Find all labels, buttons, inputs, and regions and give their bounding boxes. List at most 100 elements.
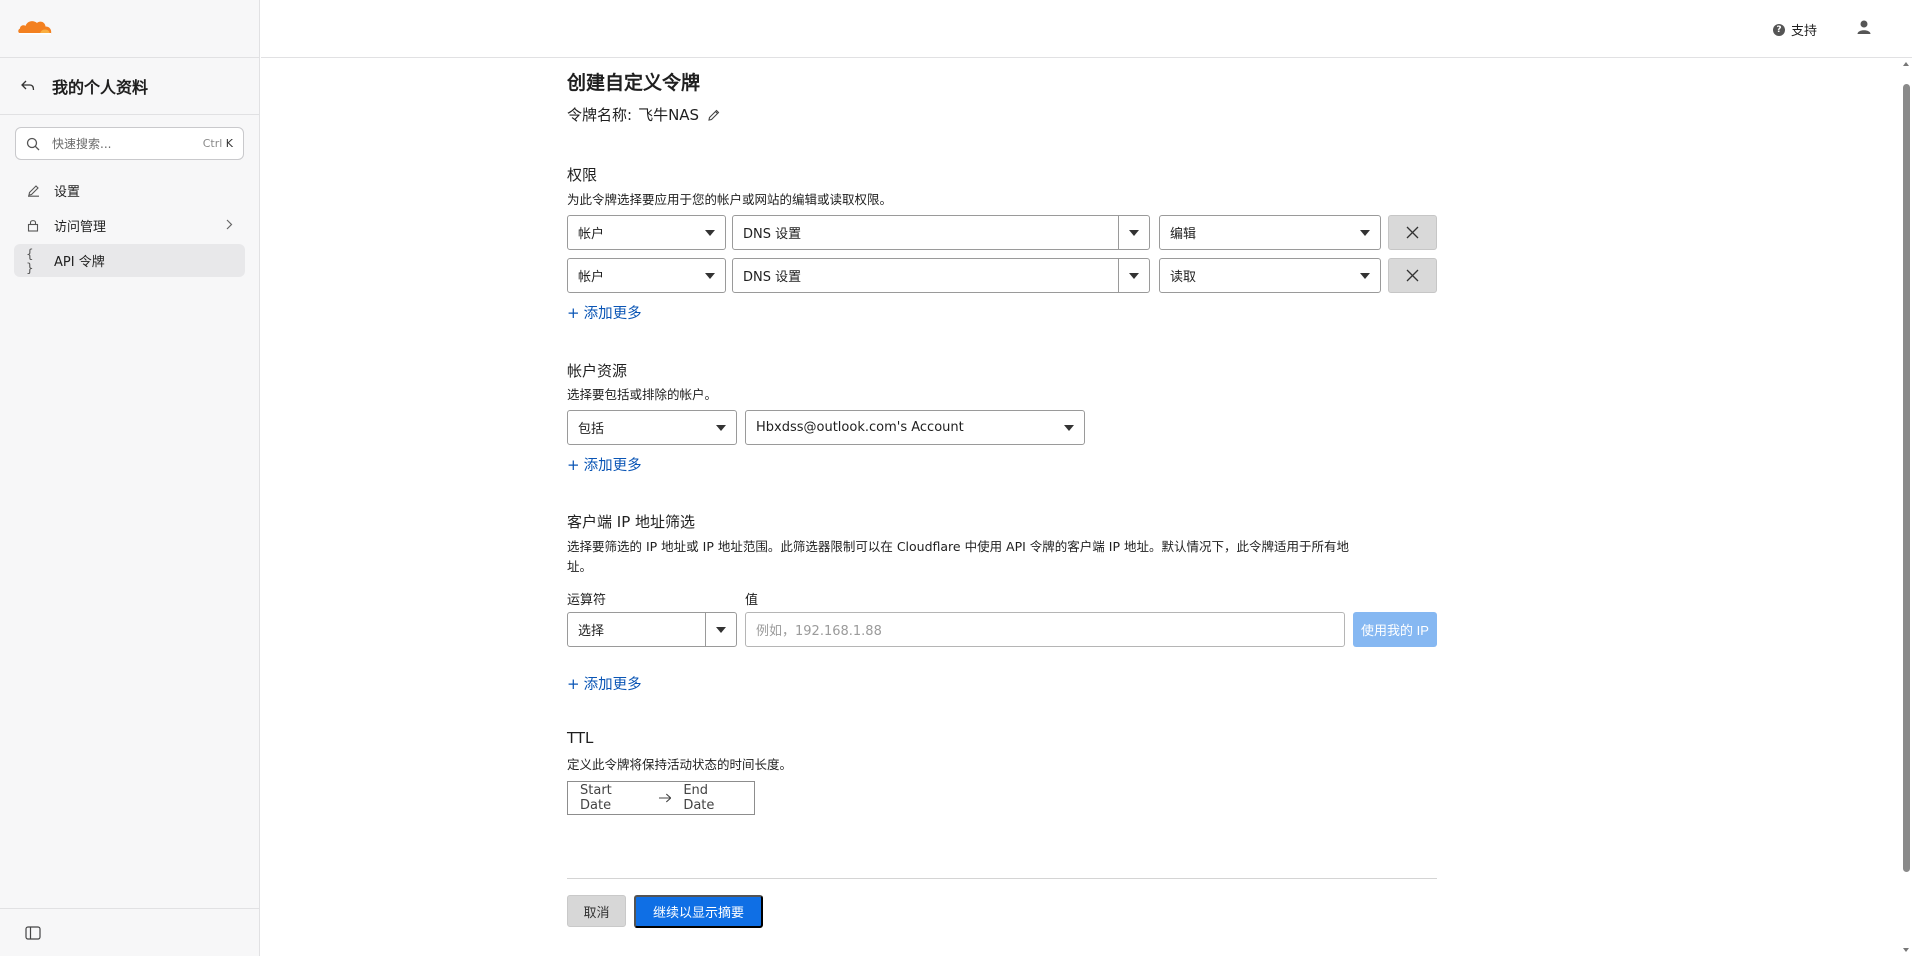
logo-bar xyxy=(0,0,259,58)
braces-icon: { } xyxy=(26,246,34,275)
add-more-label: 添加更多 xyxy=(583,458,642,474)
app-window: 我的个人资料 Ctrl K 设置 访问管理 xyxy=(0,0,1912,956)
select-value: Hbxdss@outlook.com's Account xyxy=(756,420,964,435)
plus-icon: + xyxy=(567,674,580,693)
add-more-ip-link[interactable]: + 添加更多 xyxy=(567,673,642,694)
scroll-down-arrow-icon[interactable] xyxy=(1903,948,1909,952)
ip-value-input[interactable]: 例如，192.168.1.88 xyxy=(745,612,1345,647)
close-icon xyxy=(1406,226,1419,239)
sidebar-item-settings[interactable]: 设置 xyxy=(14,174,245,207)
cloudflare-logo-icon[interactable] xyxy=(16,16,54,38)
search-icon xyxy=(26,137,40,150)
dropdown-toggle[interactable] xyxy=(705,613,736,646)
sidebar-item-api-tokens[interactable]: { } API 令牌 xyxy=(14,244,245,277)
caret-down-icon xyxy=(1360,230,1370,236)
plus-icon: + xyxy=(567,303,580,322)
sidebar: 我的个人资料 Ctrl K 设置 访问管理 xyxy=(0,0,260,956)
sidebar-nav: 设置 访问管理 { } API 令牌 xyxy=(14,174,245,279)
select-value: 帐户 xyxy=(578,270,605,285)
user-icon[interactable] xyxy=(1856,19,1872,35)
ip-value-placeholder: 例如，192.168.1.88 xyxy=(756,624,882,639)
help-icon: ? xyxy=(1772,23,1785,36)
add-more-label: 添加更多 xyxy=(583,677,642,693)
account-resources-title: 帐户资源 xyxy=(567,362,628,380)
ttl-description: 定义此令牌将保持活动状态的时间长度。 xyxy=(567,757,793,772)
footer-divider xyxy=(567,878,1437,879)
scroll-up-arrow-icon[interactable] xyxy=(1903,62,1909,66)
support-label: 支持 xyxy=(1790,24,1817,39)
remove-permission-button-2[interactable] xyxy=(1388,258,1437,293)
token-name-label: 令牌名称: xyxy=(567,106,633,124)
caret-down-icon xyxy=(1360,273,1370,279)
permission-resource-select-1[interactable]: DNS 设置 xyxy=(732,215,1150,250)
top-bar: ? 支持 xyxy=(261,0,1912,58)
caret-down-icon xyxy=(705,230,715,236)
permission-resource-select-2[interactable]: DNS 设置 xyxy=(732,258,1150,293)
edit-name-pencil-icon[interactable] xyxy=(707,108,721,122)
select-value: 包括 xyxy=(578,422,605,437)
scrollbar[interactable] xyxy=(1903,84,1910,872)
token-name: 令牌名称: 飞牛NAS xyxy=(567,104,721,125)
caret-down-icon xyxy=(1064,425,1074,431)
add-more-accounts-link[interactable]: + 添加更多 xyxy=(567,454,642,475)
arrow-right-icon xyxy=(658,793,672,803)
back-arrow-icon[interactable] xyxy=(18,76,38,96)
chevron-right-icon xyxy=(226,219,233,230)
ip-filter-description-line1: 选择要筛选的 IP 地址或 IP 地址范围。此筛选器限制可以在 Cloudfla… xyxy=(567,539,1349,554)
dropdown-toggle[interactable] xyxy=(1118,259,1149,292)
caret-down-icon xyxy=(716,627,726,633)
ip-filter-description: 选择要筛选的 IP 地址或 IP 地址范围。此筛选器限制可以在 Cloudfla… xyxy=(567,537,1437,577)
quick-search[interactable]: Ctrl K xyxy=(15,127,244,160)
ttl-date-range-picker[interactable]: Start Date End Date xyxy=(567,781,755,815)
ip-filter-description-line2: 址。 xyxy=(567,559,593,574)
shortcut-mod: Ctrl xyxy=(202,137,223,150)
sidebar-footer xyxy=(0,908,260,956)
remove-permission-button-1[interactable] xyxy=(1388,215,1437,250)
shortcut-key: K xyxy=(225,137,233,150)
close-icon xyxy=(1406,269,1419,282)
account-resources-description: 选择要包括或排除的帐户。 xyxy=(567,387,718,402)
sidebar-item-access-management[interactable]: 访问管理 xyxy=(14,209,245,242)
account-include-select[interactable]: 包括 xyxy=(567,410,737,445)
search-input[interactable] xyxy=(52,136,203,151)
add-more-label: 添加更多 xyxy=(583,306,642,322)
sidebar-item-label: 设置 xyxy=(54,185,81,200)
permission-scope-select-2[interactable]: 帐户 xyxy=(567,258,726,293)
operator-select[interactable]: 选择 xyxy=(567,612,737,647)
use-my-ip-button[interactable]: 使用我的 IP xyxy=(1353,612,1437,647)
pencil-icon xyxy=(26,184,40,198)
caret-down-icon xyxy=(705,273,715,279)
profile-title: 我的个人资料 xyxy=(52,78,149,97)
sidebar-item-label: API 令牌 xyxy=(54,255,105,270)
page-title: 创建自定义令牌 xyxy=(567,72,701,94)
ttl-title: TTL xyxy=(567,729,594,747)
end-date-placeholder: End Date xyxy=(683,783,715,813)
caret-down-icon xyxy=(1129,273,1139,279)
add-more-permissions-link[interactable]: + 添加更多 xyxy=(567,302,642,323)
plus-icon: + xyxy=(567,455,580,474)
select-value: DNS 设置 xyxy=(743,227,802,242)
select-value: 编辑 xyxy=(1170,227,1197,242)
caret-down-icon xyxy=(716,425,726,431)
account-select[interactable]: Hbxdss@outlook.com's Account xyxy=(745,410,1085,445)
permission-scope-select-1[interactable]: 帐户 xyxy=(567,215,726,250)
profile-header: 我的个人资料 xyxy=(0,58,260,115)
permission-access-select-2[interactable]: 读取 xyxy=(1159,258,1381,293)
operator-label: 运算符 xyxy=(567,593,607,608)
token-name-value: 飞牛NAS xyxy=(638,106,700,124)
permissions-description: 为此令牌选择要应用于您的帐户或网站的编辑或读取权限。 xyxy=(567,192,893,207)
select-value: 选择 xyxy=(578,624,605,639)
permission-access-select-1[interactable]: 编辑 xyxy=(1159,215,1381,250)
collapse-sidebar-icon[interactable] xyxy=(25,926,41,940)
value-label: 值 xyxy=(745,593,759,608)
dropdown-toggle[interactable] xyxy=(1118,216,1149,249)
shortcut-hint: Ctrl K xyxy=(203,137,233,150)
start-date-placeholder: Start Date xyxy=(580,783,612,813)
permissions-title: 权限 xyxy=(567,166,598,184)
lock-icon xyxy=(26,219,40,233)
continue-to-summary-button[interactable]: 继续以显示摘要 xyxy=(634,895,763,928)
support-link[interactable]: ? 支持 xyxy=(1772,20,1817,39)
sidebar-item-label: 访问管理 xyxy=(54,220,107,235)
cancel-button[interactable]: 取消 xyxy=(567,895,626,927)
select-value: 读取 xyxy=(1170,270,1197,285)
